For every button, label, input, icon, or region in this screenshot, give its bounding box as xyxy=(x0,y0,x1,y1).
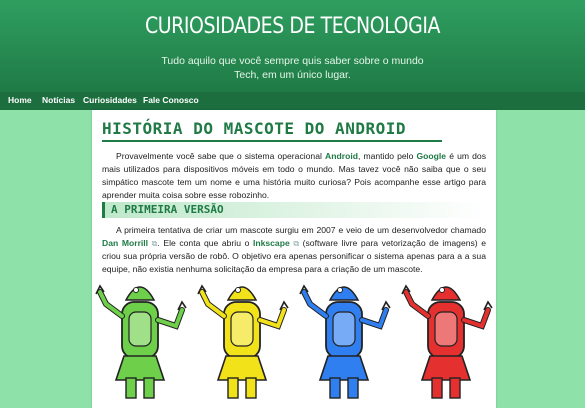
section-text-2: . Ele conta que abriu o xyxy=(157,238,253,248)
robot-figure xyxy=(299,284,391,399)
android-link[interactable]: Android xyxy=(325,151,358,161)
intro-text-2: , mantido pelo xyxy=(357,151,417,161)
section-heading: A primeira versão xyxy=(102,202,486,218)
inkscape-link[interactable]: Inkscape xyxy=(253,238,290,248)
section-text-1: A primeira tentativa de criar um mascote… xyxy=(116,225,486,235)
robots-illustration xyxy=(95,284,493,399)
site-title[interactable]: Curiosidades de Tecnologia xyxy=(41,14,544,39)
section-paragraph: A primeira tentativa de criar um mascote… xyxy=(102,224,486,276)
title-underline xyxy=(102,140,442,142)
site-header: Curiosidades de Tecnologia Tudo aquilo q… xyxy=(0,0,585,92)
post-content: História do mascote do Android Provavelm… xyxy=(92,110,496,408)
post-title: História do mascote do Android xyxy=(102,119,406,138)
nav-fale-conosco[interactable]: Fale Conosco xyxy=(143,95,199,105)
google-link[interactable]: Google xyxy=(416,151,446,161)
site-tagline: Tudo aquilo que você sempre quis saber s… xyxy=(161,55,424,81)
nav-curiosidades[interactable]: Curiosidades xyxy=(83,95,137,105)
section-heading-text: A primeira versão xyxy=(111,203,224,216)
nav-home[interactable]: Home xyxy=(8,95,32,105)
robot-figure xyxy=(95,284,187,399)
intro-text-1: Provavelmente você sabe que o sistema op… xyxy=(116,151,326,161)
dan-morrill-link[interactable]: Dan Morrill xyxy=(102,238,148,248)
nav-noticias[interactable]: Notícias xyxy=(42,95,75,105)
robot-figure xyxy=(401,284,493,399)
robot-figure xyxy=(197,284,289,399)
main-nav: Home Notícias Curiosidades Fale Conosco xyxy=(0,92,585,110)
intro-paragraph: Provavelmente você sabe que o sistema op… xyxy=(102,150,486,202)
